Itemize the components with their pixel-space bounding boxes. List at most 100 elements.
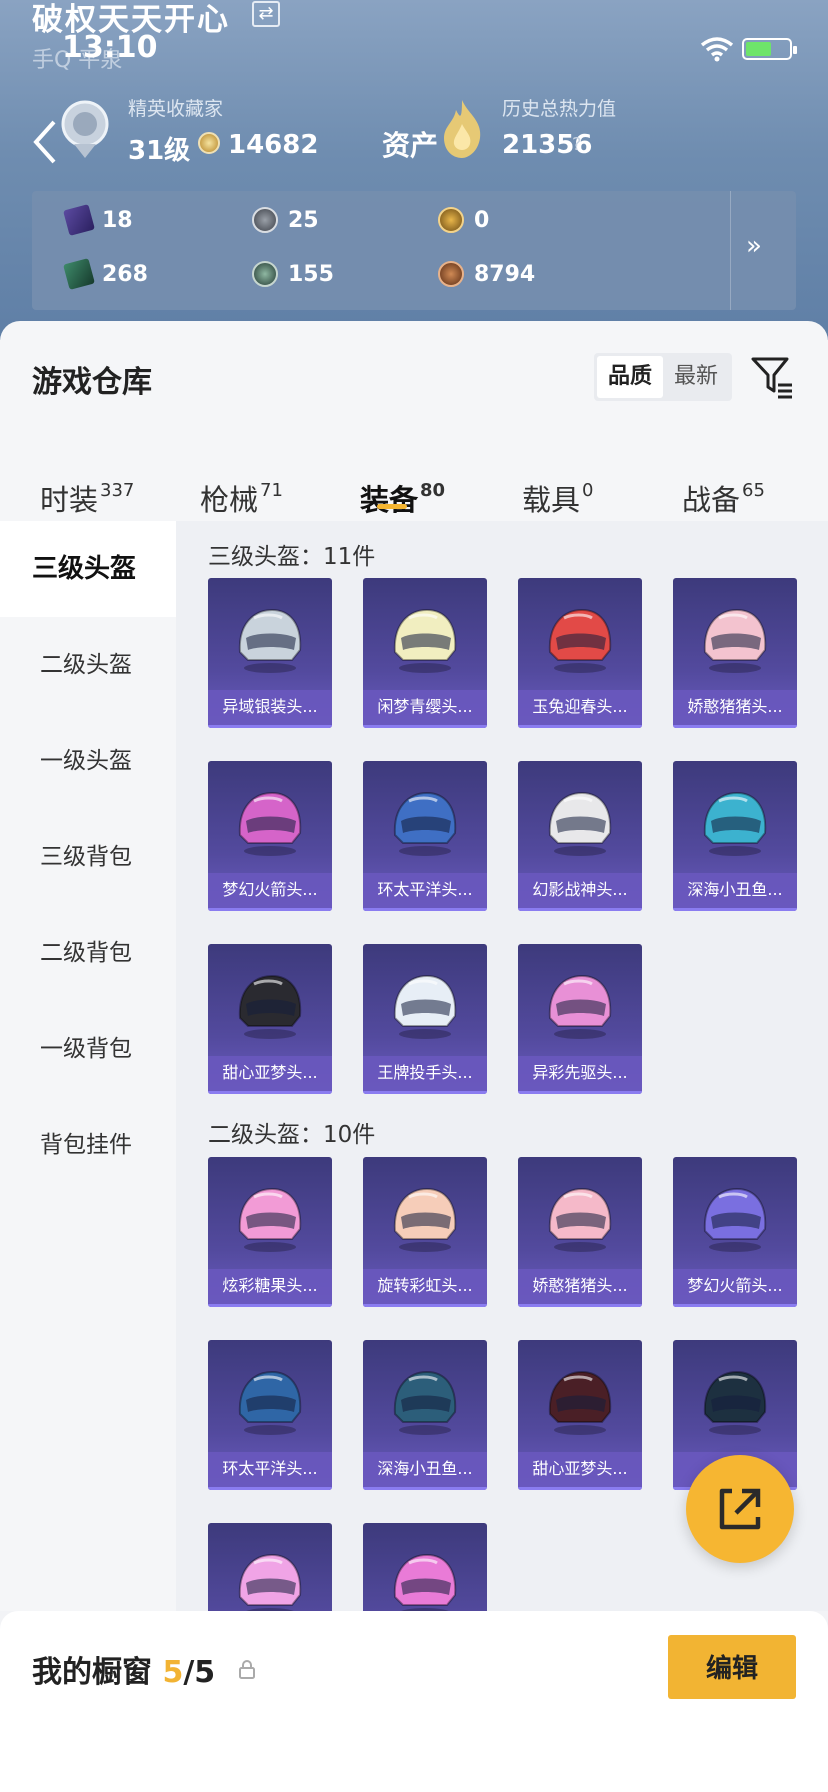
item-name: 玉兔迎春头... [518,690,642,728]
item-card[interactable]: 梦幻火箭头... [208,761,332,911]
switch-account-icon[interactable]: ⇄ [252,1,280,27]
item-card[interactable]: 异域银装头... [208,578,332,728]
helmet-icon [238,974,302,1039]
item-card[interactable] [208,1523,332,1611]
item-name: 炫彩糖果头... [208,1269,332,1307]
item-card[interactable]: 环太平洋头... [208,1340,332,1490]
helmet-icon [238,1553,302,1611]
share-button[interactable] [686,1455,794,1563]
item-card[interactable]: 环太平洋头... [363,761,487,911]
helmet-icon [393,974,457,1039]
status-time: 13:10 [62,30,158,65]
item-name: 异彩先驱头... [518,1056,642,1094]
stats-divider [730,191,731,310]
item-card[interactable]: 娇憨猪猪头... [673,578,797,728]
silver-coin-icon [252,207,278,233]
tab-vehicles[interactable]: 载具 0 [522,477,593,519]
sidebar-item-level1-backpack[interactable]: 一级背包 [0,1001,176,1097]
asset-label: 资产 [382,129,439,162]
helmet-icon [238,608,302,673]
sort-quality-button[interactable]: 品质 [597,356,663,398]
sidebar-item-backpack-charm[interactable]: 背包挂件 [0,1097,176,1193]
tab-supplies[interactable]: 战备 65 [682,477,765,519]
battery-icon [742,38,797,60]
helmet-icon [393,1370,457,1435]
item-card[interactable]: 梦幻火箭头... [673,1157,797,1307]
collector-medal-icon [61,100,109,158]
help-icon[interactable]: ? [572,134,582,155]
item-name: 甜心亚梦头... [518,1452,642,1490]
sidebar-item-level2-backpack[interactable]: 二级背包 [0,905,176,1001]
helmet-icon [548,608,612,673]
helmet-icon [703,1370,767,1435]
helmet-icon [703,791,767,856]
warehouse-panel: 游戏仓库 品质 最新 时装 337 枪械 71 装备 80 载具 0 战备 65 三级头盔… [0,321,828,1611]
currency-stats: 18 25 0 268 155 8794 » [32,191,796,310]
item-card[interactable]: 深海小丑鱼... [673,761,797,911]
helmet-icon [238,1370,302,1435]
edit-showcase-button[interactable]: 编辑 [668,1635,796,1699]
item-name: 王牌投手头... [363,1056,487,1094]
stat-green-orb: 155 [252,261,334,287]
item-card[interactable]: 娇憨猪猪头... [518,1157,642,1307]
helmet-icon [548,1370,612,1435]
item-name: 梦幻火箭头... [673,1269,797,1307]
sidebar-item-level1-helmet[interactable]: 一级头盔 [0,713,176,809]
wifi-icon [700,37,734,62]
helmet-icon [548,974,612,1039]
item-card[interactable]: 王牌投手头... [363,944,487,1094]
item-card[interactable]: 炫彩糖果头... [208,1157,332,1307]
coin-count: 14682 [228,130,319,160]
sidebar-item-level3-helmet[interactable]: 三级头盔 [0,521,176,617]
item-card[interactable]: 甜心亚梦头... [208,944,332,1094]
category-tabs: 时装 337 枪械 71 装备 80 载具 0 战备 65 [0,441,828,531]
stat-green-card: 268 [63,258,148,290]
showcase-bar: 我的橱窗 5/5 编辑 [0,1611,828,1792]
item-grid: 三级头盔：11件 二级头盔：10件 异域银装头... 闲梦青缨头... 玉兔迎春头.… [176,521,828,1611]
item-card[interactable]: 闲梦青缨头... [363,578,487,728]
tab-fashion[interactable]: 时装 337 [40,477,134,519]
item-name: 幻影战神头... [518,873,642,911]
item-card[interactable]: 幻影战神头... [518,761,642,911]
helmet-icon [238,791,302,856]
tab-equipment[interactable]: 装备 80 [360,477,445,519]
tab-weapons[interactable]: 枪械 71 [200,477,283,519]
item-card[interactable]: 异彩先驱头... [518,944,642,1094]
helmet-icon [703,608,767,673]
showcase-title: 我的橱窗 5/5 [32,1655,216,1690]
item-name: 闲梦青缨头... [363,690,487,728]
rank-label: 精英收藏家 [128,98,224,120]
sidebar-item-level3-backpack[interactable]: 三级背包 [0,809,176,905]
player-level: 31级 [128,136,191,166]
helmet-icon [393,1187,457,1252]
item-name: 娇憨猪猪头... [673,690,797,728]
item-name: 梦幻火箭头... [208,873,332,911]
helmet-icon [703,1187,767,1252]
helmet-icon [393,791,457,856]
section-title-level2: 二级头盔：10件 [208,1122,376,1148]
item-name: 娇憨猪猪头... [518,1269,642,1307]
item-name: 深海小丑鱼... [363,1452,487,1490]
helmet-icon [238,1187,302,1252]
showcase-count-total: /5 [183,1655,216,1690]
stat-purple-card: 18 [63,204,133,236]
item-card[interactable] [363,1523,487,1611]
lock-icon [239,1660,255,1679]
green-orb-icon [252,261,278,287]
filter-icon[interactable] [750,355,794,399]
stats-more-button[interactable]: » [746,231,762,261]
sort-toggle: 品质 最新 [594,353,732,401]
stat-bronze-coin: 8794 [438,261,535,287]
item-card[interactable]: 玉兔迎春头... [518,578,642,728]
warehouse-title: 游戏仓库 [32,365,152,400]
item-name: 环太平洋头... [208,1452,332,1490]
item-card[interactable]: 深海小丑鱼... [363,1340,487,1490]
item-card[interactable]: 旋转彩虹头... [363,1157,487,1307]
item-name: 异域银装头... [208,690,332,728]
sort-newest-button[interactable]: 最新 [663,356,729,398]
bronze-coin-icon [438,261,464,287]
purple-card-icon [63,204,95,236]
active-tab-indicator [377,504,407,509]
sidebar-item-level2-helmet[interactable]: 二级头盔 [0,617,176,713]
item-card[interactable]: 甜心亚梦头... [518,1340,642,1490]
